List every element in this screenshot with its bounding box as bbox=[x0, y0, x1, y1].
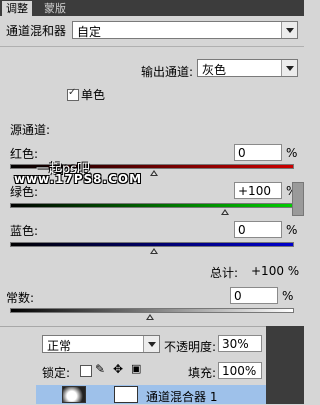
blend-mode-select[interactable]: 正常 bbox=[42, 335, 160, 353]
adjustment-thumbnail bbox=[62, 386, 86, 403]
mask-thumbnail bbox=[114, 386, 138, 403]
constant-value-field[interactable]: 0 bbox=[230, 287, 278, 304]
monochrome-label: 单色 bbox=[81, 88, 106, 102]
blue-slider-thumb[interactable] bbox=[150, 248, 158, 254]
lock-icon[interactable]: ▣ bbox=[131, 362, 141, 375]
blend-mode-value: 正常 bbox=[47, 339, 72, 353]
constant-slider-track[interactable] bbox=[10, 308, 294, 313]
green-slider-track[interactable] bbox=[10, 203, 294, 208]
blue-unit: % bbox=[286, 223, 298, 237]
source-channels-label: 源通道: bbox=[10, 123, 51, 137]
adjustment-header: 通道混和器 自定 bbox=[0, 16, 304, 47]
opacity-field[interactable]: 30% bbox=[218, 335, 262, 352]
constant-label: 常数: bbox=[6, 291, 35, 305]
red-value-field[interactable]: 0 bbox=[234, 144, 282, 161]
green-channel-label: 绿色: bbox=[10, 185, 39, 199]
move-icon[interactable]: ✥ bbox=[113, 362, 123, 376]
brush-icon[interactable]: ✎ bbox=[95, 362, 105, 376]
lock-label: 锁定: bbox=[42, 366, 71, 380]
layer-visibility-cell[interactable] bbox=[0, 385, 37, 404]
adjustment-title: 通道混和器 bbox=[6, 24, 67, 38]
fill-field[interactable]: 100% bbox=[218, 362, 262, 379]
green-slider-thumb[interactable] bbox=[221, 209, 229, 215]
output-channel-label: 输出通道: bbox=[141, 65, 194, 79]
monochrome-checkbox[interactable] bbox=[67, 87, 79, 101]
output-channel-select[interactable]: 灰色 bbox=[197, 59, 298, 77]
lock-transparent-icon[interactable] bbox=[80, 365, 92, 377]
red-slider-thumb[interactable] bbox=[150, 170, 158, 176]
green-value-field[interactable]: +100 bbox=[234, 182, 282, 199]
chevron-down-icon bbox=[281, 22, 297, 38]
layer-name: 通道混合器 1 bbox=[146, 390, 218, 404]
chevron-down-icon bbox=[281, 60, 297, 76]
panel-divider bbox=[266, 326, 304, 404]
scrollbar-thumb[interactable] bbox=[292, 182, 304, 216]
constant-slider-thumb[interactable] bbox=[146, 314, 154, 320]
opacity-label: 不透明度: bbox=[164, 340, 217, 354]
output-channel-value: 灰色 bbox=[202, 63, 227, 77]
tab-adjustments[interactable]: 调整 bbox=[2, 1, 32, 16]
preset-value: 自定 bbox=[77, 25, 102, 39]
preset-select[interactable]: 自定 bbox=[72, 21, 298, 39]
red-unit: % bbox=[286, 146, 298, 160]
blue-channel-label: 蓝色: bbox=[10, 224, 39, 238]
fill-label: 填充: bbox=[188, 366, 217, 380]
total-label: 总计: bbox=[210, 266, 239, 280]
red-channel-label: 红色: bbox=[10, 147, 39, 161]
layer-row[interactable]: 通道混合器 1 bbox=[36, 385, 266, 404]
panel-tab-bar: 调整 蒙版 bbox=[0, 0, 304, 16]
total-value: +100 % bbox=[251, 264, 300, 278]
tab-masks[interactable]: 蒙版 bbox=[40, 1, 70, 16]
blue-value-field[interactable]: 0 bbox=[234, 221, 282, 238]
blue-slider-track[interactable] bbox=[10, 242, 294, 247]
constant-unit: % bbox=[282, 289, 294, 303]
chevron-down-icon bbox=[143, 336, 159, 352]
